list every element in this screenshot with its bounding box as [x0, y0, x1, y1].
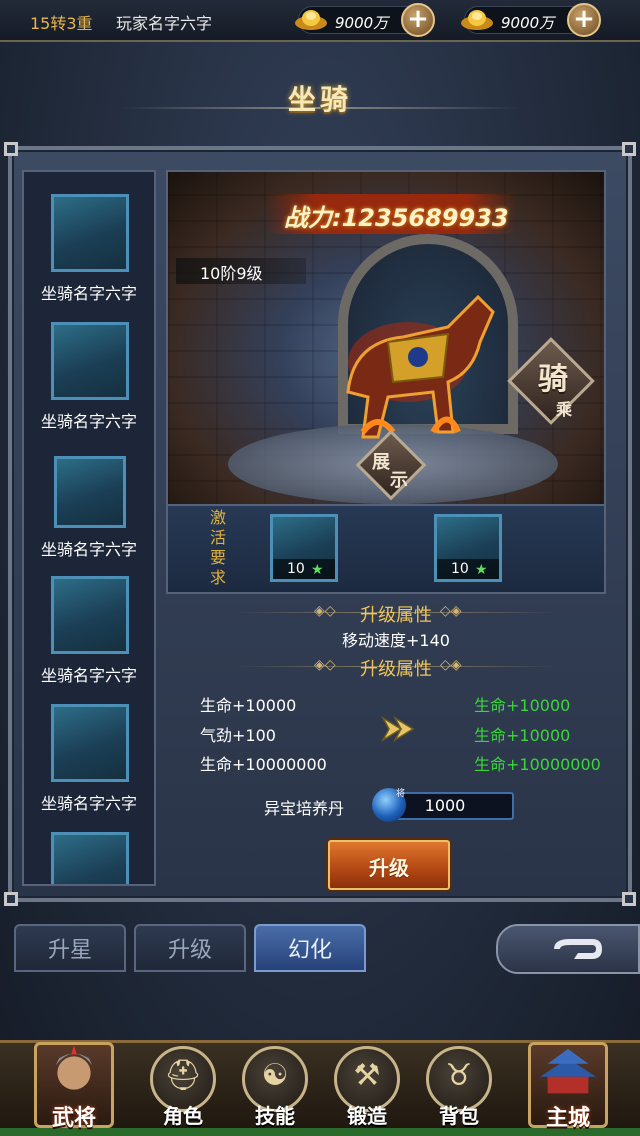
mount-list-item[interactable]: 坐骑名字六字 — [24, 456, 154, 576]
upgrade-button-label: 升级 — [369, 856, 409, 880]
currency-value: 9000万 — [335, 14, 389, 32]
back-arrow-icon — [554, 939, 602, 959]
pill-badge: 将 — [396, 789, 406, 799]
upgrade-attributes-title: 升级属性 — [360, 605, 432, 626]
add-currency-button[interactable]: + — [567, 3, 601, 37]
combat-power: 战力:1235689933 — [284, 204, 509, 232]
mount-name: 坐骑名字六字 — [40, 540, 137, 559]
requirement-count: 10 — [287, 561, 305, 577]
mount-thumbnail — [51, 704, 129, 782]
nav-label: 主城 — [545, 1106, 590, 1131]
frame-corner — [622, 892, 636, 906]
add-currency-button[interactable]: + — [401, 3, 435, 37]
requirement-count: 10 — [451, 561, 469, 577]
mount-name: 坐骑名字六字 — [40, 284, 137, 303]
palace-icon — [540, 1048, 596, 1094]
currency-value: 9000万 — [501, 14, 555, 32]
mount-list-item[interactable]: 坐骑名字六字 — [24, 576, 154, 696]
player-name: 玩家名字六字 — [116, 14, 213, 33]
mount-name: 坐骑名字六字 — [40, 666, 137, 685]
mount-name: 坐骑名字六字 — [40, 412, 137, 431]
swirl-icon: ☯ — [261, 1058, 289, 1093]
current-stat: 生命+10000000 — [200, 755, 327, 774]
mount-thumbnail — [51, 194, 129, 272]
top-bar: 15转3重 玩家名字六字 9000万 + 9000万 + — [0, 0, 640, 42]
mount-thumbnail — [51, 832, 129, 884]
mount-list[interactable]: 坐骑名字六字 坐骑名字六字 坐骑名字六字 坐骑名字六字 坐骑名字六字 — [22, 170, 156, 886]
tab-label: 升星 — [47, 938, 92, 963]
bag-icon: ♉ — [445, 1058, 473, 1093]
activation-panel: 激活要求 10 ★ 10 ★ — [166, 506, 606, 594]
frame-corner — [4, 142, 18, 156]
app-root: 15转3重 玩家名字六字 9000万 + 9000万 + 坐骑 坐骑名字六字 坐… — [0, 0, 640, 1136]
gold-ingot-icon — [461, 10, 493, 30]
mount-level: 10阶9级 — [200, 264, 263, 283]
material-quantity: 1000 — [424, 796, 466, 815]
material-name: 异宝培养丹 — [264, 799, 345, 818]
mount-display-scene: 战力:1235689933 10阶9级 骑 乘 展 示 — [166, 170, 606, 506]
general-portrait-icon — [55, 1045, 93, 1090]
tab-label: 升级 — [167, 938, 212, 963]
star-icon: ★ — [475, 562, 488, 578]
nav-label: 锻造 — [347, 1104, 387, 1128]
show-label: 示 — [390, 470, 408, 491]
frame-corner — [622, 142, 636, 156]
arrow-right-icon — [381, 715, 415, 743]
activation-label: 激活要求 — [209, 508, 226, 587]
nav-label: 武将 — [51, 1106, 96, 1131]
gold-ingot-icon — [295, 10, 327, 30]
currency-gold-2: 9000万 + — [461, 3, 601, 37]
nav-label: 角色 — [163, 1104, 203, 1128]
current-stat: 气劲+100 — [200, 726, 276, 745]
ride-label: 骑 — [538, 362, 568, 397]
tab-label: 幻化 — [287, 938, 332, 963]
mount-list-item[interactable]: 坐骑名字六字 — [24, 322, 154, 442]
ride-label: 乘 — [556, 400, 573, 419]
nav-label: 技能 — [255, 1104, 295, 1128]
next-stat: 生命+10000 — [474, 696, 571, 715]
requirement-slot[interactable]: 10 ★ — [434, 514, 502, 582]
page-title: 坐骑 — [287, 83, 352, 116]
mount-list-item[interactable]: 坐骑名字六字 — [24, 194, 154, 314]
player-rank: 15转3重 — [30, 14, 93, 33]
mount-thumbnail — [51, 322, 129, 400]
frame-corner — [4, 892, 18, 906]
fire-horse-mount-icon — [346, 294, 495, 439]
mount-list-item[interactable]: 坐骑名字六字 — [24, 704, 154, 824]
mount-thumbnail — [54, 456, 126, 528]
currency-gold-1: 9000万 + — [295, 3, 435, 37]
mount-thumbnail — [51, 576, 129, 654]
mount-name: 坐骑名字六字 — [40, 794, 137, 813]
speed-attribute: 移动速度+140 — [342, 631, 450, 650]
show-label: 展 — [372, 452, 390, 473]
star-icon: ★ — [311, 562, 324, 578]
mount-list-item[interactable] — [24, 832, 154, 884]
upgrade-attributes-title: 升级属性 — [360, 659, 432, 680]
requirement-slot[interactable]: 10 ★ — [270, 514, 338, 582]
next-stat: 生命+10000000 — [474, 755, 601, 774]
current-stat: 生命+10000 — [200, 696, 297, 715]
nav-label: 背包 — [439, 1104, 479, 1128]
anvil-icon: ⚒ — [353, 1058, 381, 1093]
next-stat: 生命+10000 — [474, 726, 571, 745]
helmet-icon: ⛑ — [163, 1058, 203, 1093]
